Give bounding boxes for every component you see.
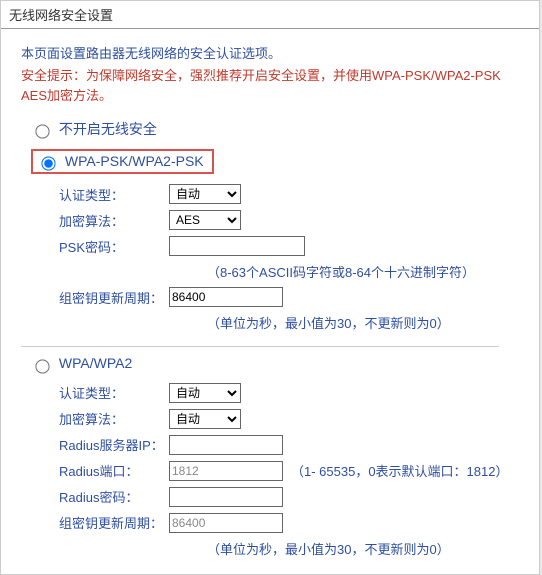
radio-psk[interactable] [41,157,55,171]
psk-form: 认证类型： 自动 加密算法： AES PSK密码： （8-63个ASCII码字符… [59,184,519,332]
panel-content: 本页面设置路由器无线网络的安全认证选项。 安全提示：为保障网络安全，强烈推荐开启… [1,29,539,574]
radio-wpa[interactable] [35,359,49,373]
wpa-form: 认证类型： 自动 加密算法： 自动 Radius服务器IP： Radius端口：… [59,383,519,558]
hint-rekey2: （单位为秒，最小值为30，不更新则为0） [207,539,519,558]
label-radius-pwd: Radius密码： [59,487,169,506]
panel-title: 无线网络安全设置 [1,1,539,29]
security-warning: 安全提示：为保障网络安全，强烈推荐开启安全设置，并使用WPA-PSK/WPA2-… [21,66,519,105]
input-radius-port[interactable] [169,461,283,481]
hint-rekey: （单位为秒，最小值为30，不更新则为0） [207,313,519,332]
hint-psk: （8-63个ASCII码字符或8-64个十六进制字符） [207,262,519,281]
select-auth-wpa[interactable]: 自动 [169,383,241,403]
label-auth: 认证类型： [59,185,169,204]
input-rekey-psk[interactable] [169,287,283,307]
input-radius-ip[interactable] [169,435,283,455]
label-radius-ip: Radius服务器IP： [59,435,169,454]
psk-highlight-box: WPA-PSK/WPA2-PSK [31,149,214,174]
label-auth2: 认证类型： [59,383,169,402]
intro-text: 本页面设置路由器无线网络的安全认证选项。 [21,43,519,62]
select-enc-wpa[interactable]: 自动 [169,409,241,429]
input-radius-pwd[interactable] [169,487,283,507]
separator [21,346,499,347]
security-panel: 无线网络安全设置 本页面设置路由器无线网络的安全认证选项。 安全提示：为保障网络… [0,0,540,575]
label-enc2: 加密算法： [59,409,169,428]
radio-disable-row[interactable]: 不开启无线安全 [31,119,519,139]
radio-wpa-label: WPA/WPA2 [59,355,132,371]
label-psk: PSK密码： [59,237,169,256]
radio-disable[interactable] [35,125,49,139]
radio-disable-label: 不开启无线安全 [59,121,157,137]
radio-psk-label: WPA-PSK/WPA2-PSK [65,153,204,169]
select-auth-psk[interactable]: 自动 [169,184,241,204]
hint-port: （1- 65535，0表示默认端口：1812） [291,461,508,480]
label-rekey2: 组密钥更新周期： [59,513,169,532]
input-psk-password[interactable] [169,236,305,256]
label-rekey: 组密钥更新周期： [59,288,169,307]
label-radius-port: Radius端口： [59,461,169,480]
select-enc-psk[interactable]: AES [169,210,241,230]
input-rekey-wpa[interactable] [169,513,283,533]
radio-psk-row[interactable]: WPA-PSK/WPA2-PSK [31,149,519,174]
label-enc: 加密算法： [59,211,169,230]
radio-wpa-row[interactable]: WPA/WPA2 [31,355,519,372]
